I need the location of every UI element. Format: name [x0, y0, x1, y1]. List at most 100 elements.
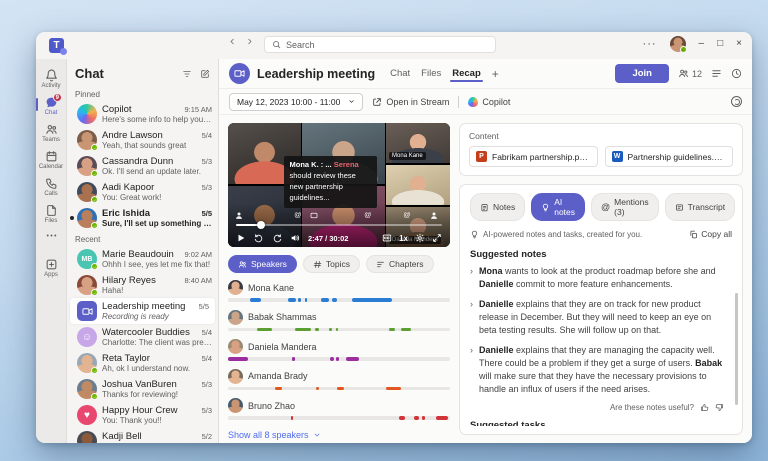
- file-chip-pptx[interactable]: P Fabrikam partnership.pptx: [469, 146, 598, 167]
- filter-icon[interactable]: [182, 69, 192, 79]
- chat-list-item[interactable]: Joshua VanBuren 5/3 Thanks for reviewing!: [67, 376, 218, 402]
- tab-notes[interactable]: Notes: [470, 193, 526, 221]
- pill-topics[interactable]: Topics: [302, 255, 361, 273]
- tab-transcript[interactable]: Transcript: [664, 193, 736, 221]
- new-chat-icon[interactable]: [200, 69, 210, 79]
- chevron-right-icon[interactable]: ›: [470, 298, 473, 337]
- clock-icon[interactable]: [731, 68, 742, 79]
- rail-item-apps[interactable]: Apps: [36, 254, 66, 281]
- speaker-row[interactable]: Mona Kane: [228, 280, 450, 302]
- rail-item-calendar[interactable]: Calendar: [36, 146, 66, 173]
- roster-list-icon[interactable]: [711, 68, 722, 79]
- chevron-right-icon[interactable]: ›: [470, 265, 473, 291]
- tab-files[interactable]: Files: [421, 60, 441, 87]
- chat-list-item[interactable]: Aadi Kapoor 5/3 You: Great work!: [67, 179, 218, 205]
- copilot-panel-icon[interactable]: [731, 96, 742, 107]
- speaker-timeline[interactable]: [228, 327, 450, 331]
- video-player[interactable]: Mona KaneDaniela Mandera Mona K. : ... S…: [228, 123, 450, 247]
- chat-list-item[interactable]: ☺ Watercooler Buddies 5/4 Charlotte: The cl…: [67, 324, 218, 350]
- chat-list-item[interactable]: MB Marie Beaudouin 9:02 AM Ohhh I see, yes …: [67, 246, 218, 272]
- speaker-row[interactable]: Bruno Zhao: [228, 398, 450, 420]
- rail-item-more[interactable]: [36, 227, 66, 244]
- chat-list-item[interactable]: Leadership meeting 5/5 Recording is ready: [70, 298, 215, 324]
- chat-item-preview: You: Thank you!!: [102, 416, 162, 425]
- back-icon[interactable]: [228, 37, 237, 46]
- chat-item-name: Andre Lawson: [102, 130, 163, 141]
- chat-list-item[interactable]: Hilary Reyes 8:40 AM Haha!: [67, 272, 218, 298]
- frame-marker-icon[interactable]: [310, 211, 319, 224]
- rewind-10-icon[interactable]: [254, 233, 264, 243]
- volume-icon[interactable]: [290, 233, 300, 243]
- copilot-button[interactable]: Copilot: [468, 96, 510, 107]
- note-text: Mona wants to look at the product roadma…: [479, 266, 716, 290]
- pill-speakers[interactable]: Speakers: [228, 255, 297, 273]
- rail-item-chat[interactable]: 9 Chat: [36, 92, 66, 119]
- chat-list-item[interactable]: Copilot 9:15 AM Here's some info to help y…: [67, 101, 218, 127]
- open-in-stream-button[interactable]: Open in Stream: [372, 97, 449, 107]
- timeline-scrubber[interactable]: [256, 220, 265, 229]
- avatar: [77, 104, 97, 124]
- mention-marker-icon[interactable]: @: [364, 211, 371, 221]
- chat-item-time: 5/3: [201, 183, 212, 192]
- tab-recap[interactable]: Recap: [450, 60, 483, 87]
- file-chip-docx[interactable]: W Partnership guidelines.docx: [604, 146, 733, 167]
- tab-chat[interactable]: Chat: [390, 60, 410, 87]
- close-button[interactable]: ×: [736, 39, 742, 49]
- copy-all-button[interactable]: Copy all: [689, 229, 732, 239]
- add-tab-button[interactable]: +: [492, 67, 499, 81]
- chat-list-item[interactable]: Reta Taylor 5/4 Ah, ok I understand now.: [67, 350, 218, 376]
- rail-item-calls[interactable]: Calls: [36, 173, 66, 200]
- person-marker-icon[interactable]: [235, 211, 244, 224]
- mention-marker-icon[interactable]: @: [403, 211, 410, 221]
- person-marker-icon[interactable]: [429, 211, 438, 224]
- speaker-row[interactable]: Amanda Brady: [228, 368, 450, 390]
- playback-speed[interactable]: 1x: [399, 234, 408, 243]
- rail-item-activity[interactable]: Activity: [36, 65, 66, 92]
- chat-list-item[interactable]: Andre Lawson 5/4 Yeah, that sounds great: [67, 127, 218, 153]
- chevron-right-icon[interactable]: ›: [470, 344, 473, 396]
- settings-gear-icon[interactable]: [415, 233, 425, 243]
- player-timeline[interactable]: [236, 220, 442, 229]
- speaker-timeline[interactable]: [228, 298, 450, 302]
- speaker-segment: [422, 416, 426, 420]
- notes-scroll-area[interactable]: Suggested notes › Mona wants to look at t…: [470, 241, 732, 426]
- more-options-icon[interactable]: ···: [643, 38, 657, 50]
- forward-icon[interactable]: [245, 37, 254, 46]
- chat-list-item[interactable]: Kadji Bell 5/2You: I like the idea, let's…: [67, 428, 218, 443]
- chat-item-name: Happy Hour Crew: [102, 405, 178, 416]
- rail-item-files[interactable]: Files: [36, 200, 66, 227]
- fullscreen-icon[interactable]: [432, 233, 442, 243]
- thumbs-down-icon[interactable]: [715, 403, 724, 412]
- pptx-icon: P: [476, 151, 487, 162]
- scrollbar[interactable]: [735, 293, 738, 405]
- show-all-speakers-link[interactable]: Show all 8 speakers: [228, 430, 450, 440]
- speaker-row[interactable]: Daniela Mandera: [228, 339, 450, 361]
- forward-10-icon[interactable]: [272, 233, 282, 243]
- participants-count[interactable]: 12: [678, 68, 702, 79]
- search-input[interactable]: Search: [264, 36, 496, 53]
- tab-ai-notes[interactable]: AI notes: [531, 193, 585, 221]
- speaker-timeline[interactable]: [228, 416, 450, 420]
- speaker-row[interactable]: Babak Shammas: [228, 309, 450, 331]
- speaker-timeline[interactable]: [228, 386, 450, 390]
- date-range-select[interactable]: May 12, 2023 10:00 - 11:00: [229, 92, 364, 111]
- chat-list-item[interactable]: Eric Ishida 5/5 Sure, I'll set up somethin…: [67, 205, 218, 231]
- chat-item-name: Copilot: [102, 104, 132, 115]
- thumbs-up-icon[interactable]: [700, 403, 709, 412]
- rail-item-teams[interactable]: Teams: [36, 119, 66, 146]
- join-button[interactable]: Join: [615, 64, 669, 83]
- mention-marker-icon[interactable]: @: [294, 211, 301, 221]
- captions-icon[interactable]: [382, 233, 392, 243]
- avatar: [77, 156, 98, 177]
- minimize-button[interactable]: –: [699, 39, 705, 49]
- play-icon[interactable]: [236, 233, 246, 243]
- maximize-button[interactable]: □: [717, 39, 723, 49]
- tab-mentions-3-[interactable]: @ Mentions (3): [591, 193, 659, 221]
- chat-list-item[interactable]: Cassandra Dunn 5/3 Ok. I'll send an update…: [67, 153, 218, 179]
- user-avatar[interactable]: [669, 36, 687, 53]
- chat-item-name: Leadership meeting: [102, 301, 186, 312]
- chat-list-item[interactable]: ♥ Happy Hour Crew 5/3 You: Thank you!!: [67, 402, 218, 428]
- speakers-list: Mona Kane Babak Shammas Daniela Mandera Ama…: [228, 280, 450, 428]
- pill-chapters[interactable]: Chapters: [366, 255, 434, 273]
- speaker-timeline[interactable]: [228, 357, 450, 361]
